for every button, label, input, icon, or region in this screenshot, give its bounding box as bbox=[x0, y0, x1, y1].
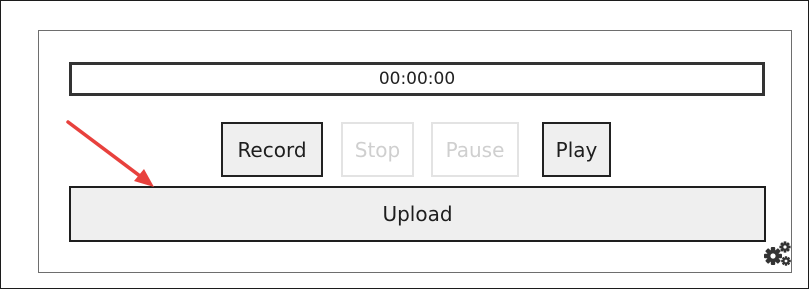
stop-button-label: Stop bbox=[354, 137, 401, 162]
play-button[interactable]: Play bbox=[542, 122, 611, 177]
pause-button[interactable]: Pause bbox=[431, 122, 519, 177]
record-button[interactable]: Record bbox=[221, 122, 323, 177]
stop-button[interactable]: Stop bbox=[341, 122, 414, 177]
pause-button-label: Pause bbox=[445, 137, 505, 162]
play-button-label: Play bbox=[555, 137, 598, 162]
upload-button-label: Upload bbox=[382, 202, 453, 226]
upload-button[interactable]: Upload bbox=[69, 186, 766, 242]
record-button-label: Record bbox=[237, 137, 307, 162]
timer-text: 00:00:00 bbox=[378, 69, 456, 89]
gears-icon[interactable] bbox=[762, 240, 792, 268]
arrow-icon bbox=[66, 120, 154, 187]
timer-display: 00:00:00 bbox=[69, 62, 765, 96]
